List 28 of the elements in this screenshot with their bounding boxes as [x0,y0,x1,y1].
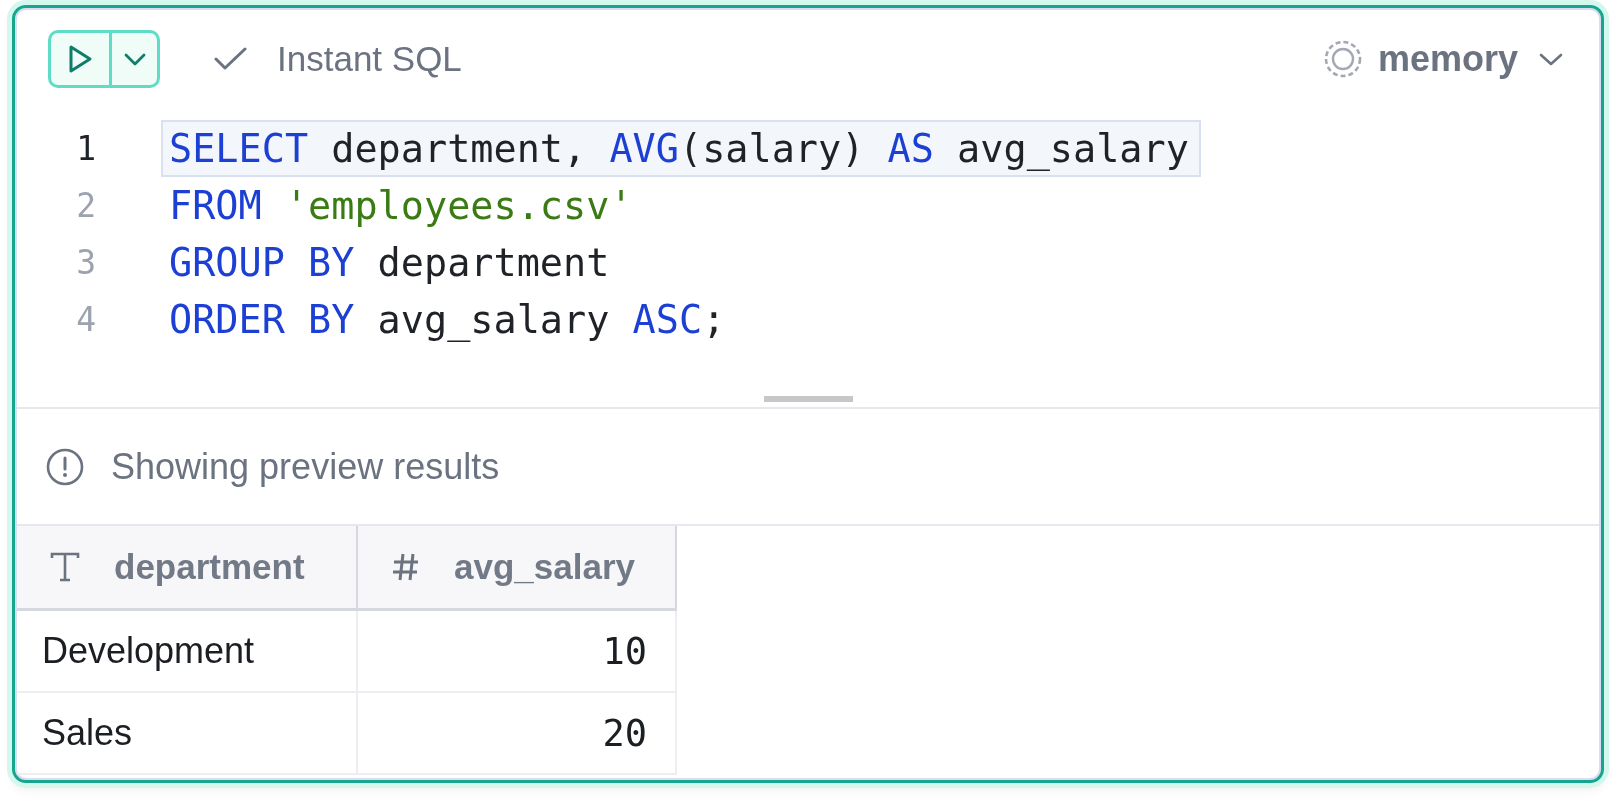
resize-handle[interactable] [763,396,853,402]
column-name: avg_salary [454,547,635,587]
table-cell: Development [17,611,358,693]
hash-icon [391,552,420,582]
alert-icon [46,447,84,486]
line-number: 4 [75,300,96,339]
column-name: department [114,547,305,587]
database-selector[interactable]: memory [1323,38,1563,80]
table-cell: 20 [358,693,677,775]
run-options-button[interactable] [112,30,160,88]
table-cell: Sales [17,693,358,775]
column-header[interactable]: department [17,526,358,611]
text-type-icon [50,551,80,583]
code-line: FROM 'employees.csv' [168,182,634,230]
run-button[interactable] [48,30,112,88]
chevron-down-icon [1539,52,1563,66]
dashed-ring-icon [1323,40,1362,78]
instant-sql-toggle[interactable]: Instant SQL [214,39,462,79]
line-number: 3 [75,243,96,282]
chevron-down-icon [123,52,146,66]
line-number: 1 [75,129,96,168]
check-icon [214,47,247,71]
column-header[interactable]: avg_salary [358,526,677,611]
notice-text: Showing preview results [111,445,500,488]
table-cell: 10 [358,611,677,693]
line-number: 2 [75,186,96,225]
code-line: GROUP BY department [168,239,611,287]
code-line: ORDER BY avg_salary ASC; [168,296,727,344]
